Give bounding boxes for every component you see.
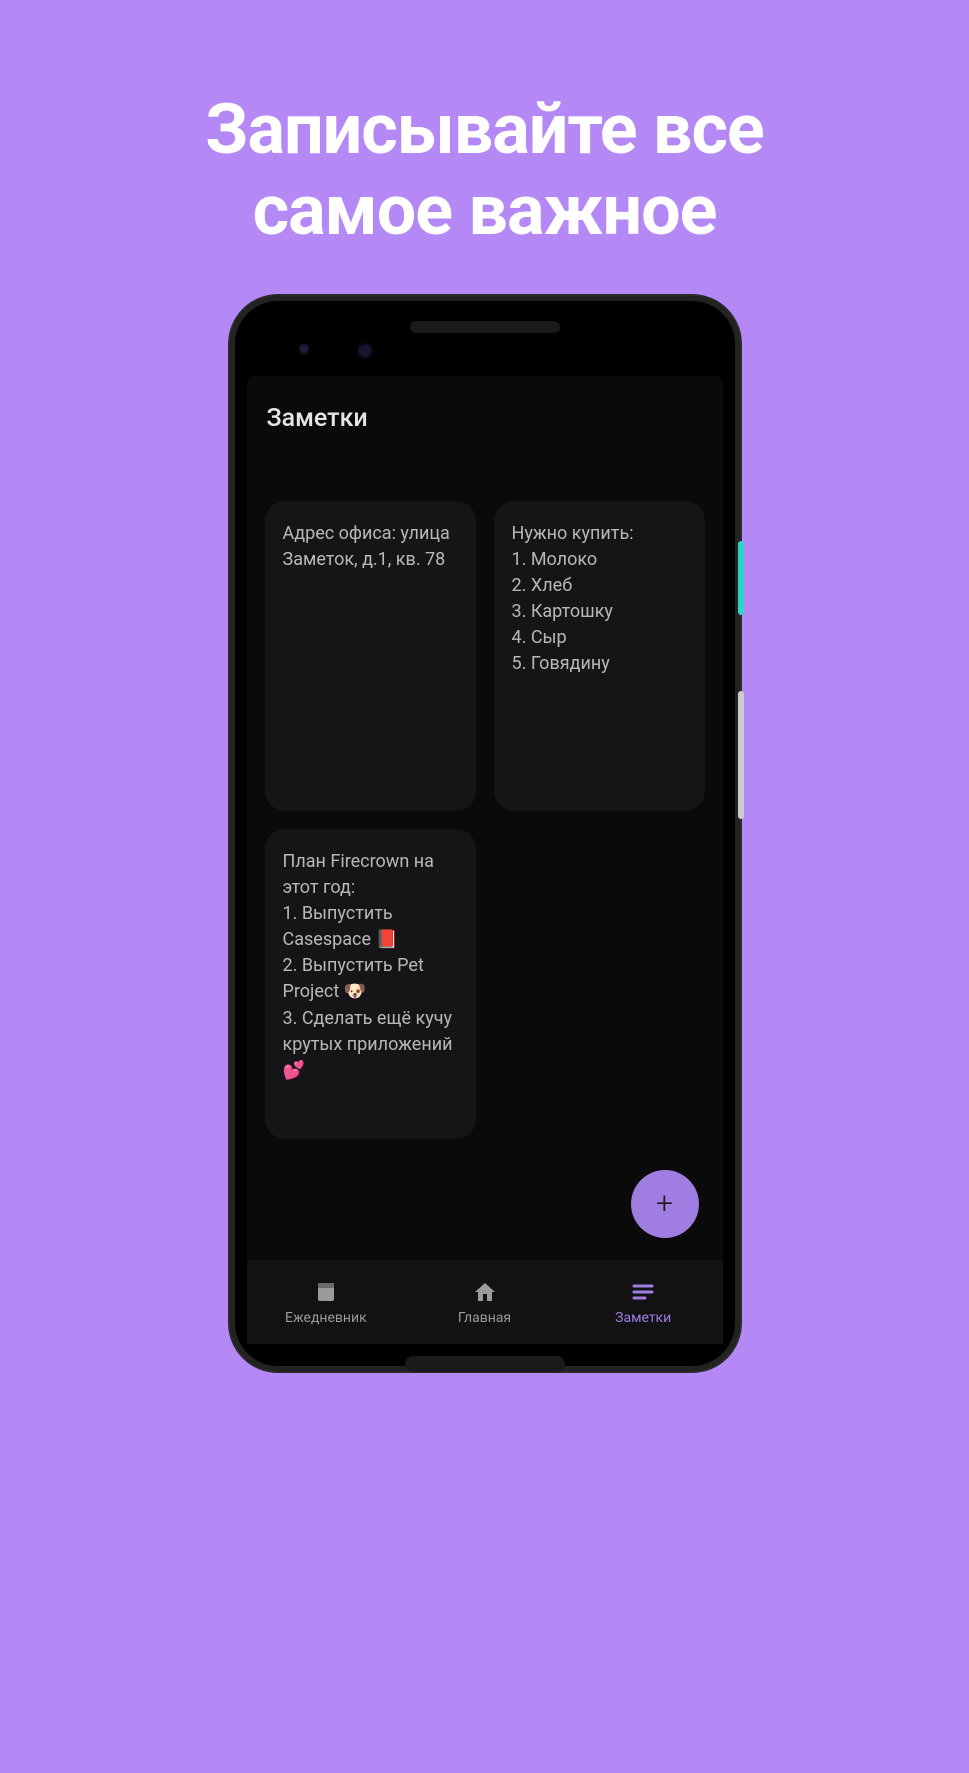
nav-label: Заметки <box>615 1310 671 1326</box>
note-card[interactable]: Нужно купить: 1. Молоко 2. Хлеб 3. Карто… <box>494 501 705 811</box>
list-icon <box>630 1279 656 1305</box>
book-icon <box>313 1279 339 1305</box>
phone-home-indicator <box>405 1356 565 1372</box>
screen-header: Заметки <box>247 376 723 445</box>
note-card[interactable]: План Firecrown на этот год: 1. Выпустить… <box>265 829 476 1139</box>
nav-item-notes[interactable]: Заметки <box>564 1260 723 1344</box>
phone-sensor <box>300 345 308 353</box>
add-note-button[interactable]: + <box>631 1170 699 1238</box>
note-text: План Firecrown на этот год: 1. Выпустить… <box>283 851 453 1081</box>
phone-power-button <box>738 541 744 615</box>
nav-label: Ежедневник <box>285 1310 367 1326</box>
app-screen: Заметки Адрес офиса: улица Заметок, д.1,… <box>247 376 723 1344</box>
notes-grid: Адрес офиса: улица Заметок, д.1, кв. 78 … <box>247 445 723 1260</box>
page-title: Заметки <box>267 404 703 433</box>
nav-item-home[interactable]: Главная <box>405 1260 564 1344</box>
hero-line-2: самое важное <box>253 170 717 252</box>
phone-frame: Заметки Адрес офиса: улица Заметок, д.1,… <box>230 296 740 1371</box>
phone-speaker <box>410 321 560 333</box>
nav-item-diary[interactable]: Ежедневник <box>247 1260 406 1344</box>
note-text: Адрес офиса: улица Заметок, д.1, кв. 78 <box>283 523 450 570</box>
nav-label: Главная <box>458 1310 511 1326</box>
note-text: Нужно купить: 1. Молоко 2. Хлеб 3. Карто… <box>512 523 634 674</box>
hero-line-1: Записывайте все <box>205 89 763 171</box>
plus-icon: + <box>656 1189 673 1219</box>
note-card[interactable]: Адрес офиса: улица Заметок, д.1, кв. 78 <box>265 501 476 811</box>
home-icon <box>472 1279 498 1305</box>
phone-volume-button <box>738 691 744 819</box>
bottom-navigation: Ежедневник Главная Заметки <box>247 1260 723 1344</box>
phone-camera <box>359 345 371 357</box>
hero-title: Записывайте все самое важное <box>205 90 763 251</box>
